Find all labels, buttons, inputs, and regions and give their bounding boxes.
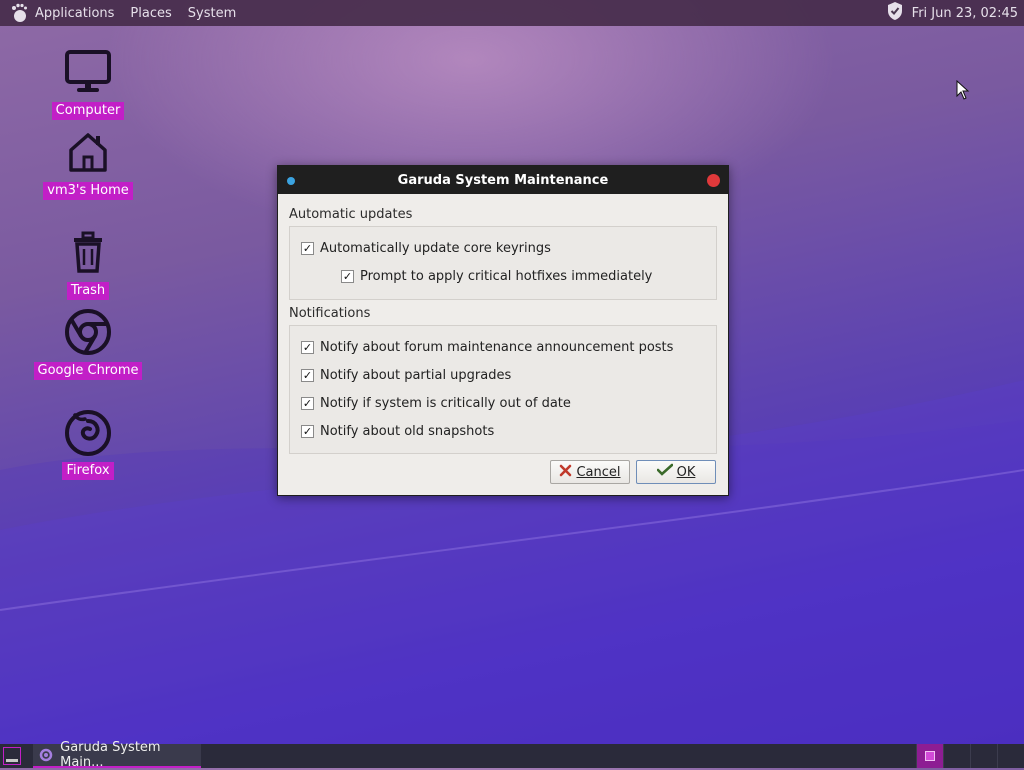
desktop-icon-home[interactable]: vm3's Home: [33, 124, 143, 200]
desktop-icon-label: Computer: [51, 102, 125, 120]
option-label: Notify about partial upgrades: [320, 368, 512, 383]
section-title-automatic-updates: Automatic updates: [289, 207, 413, 222]
taskbar-item-garuda[interactable]: Garuda System Main...: [33, 740, 201, 770]
workspace-4[interactable]: [997, 744, 1024, 768]
section-title-notifications: Notifications: [289, 306, 371, 321]
chrome-icon: [60, 304, 116, 360]
ok-label: OK: [676, 464, 696, 480]
cancel-icon: [559, 464, 572, 481]
trash-icon: [60, 224, 116, 280]
option-label: Notify if system is critically out of da…: [320, 396, 571, 411]
checkbox[interactable]: ✓: [301, 425, 314, 438]
desktop-icon-label: Google Chrome: [33, 362, 143, 380]
cancel-label: Cancel: [576, 464, 621, 480]
option-out-of-date[interactable]: ✓ Notify if system is critically out of …: [301, 396, 571, 411]
desktop-icon-computer[interactable]: Computer: [33, 44, 143, 120]
workspace-switcher: [916, 744, 1024, 768]
garuda-settings-icon: [37, 746, 54, 764]
gnome-foot-icon[interactable]: [8, 2, 30, 24]
ok-icon: [656, 463, 673, 481]
ok-button[interactable]: OK: [636, 460, 716, 484]
window-menu-icon[interactable]: [287, 177, 295, 185]
maintenance-dialog: Garuda System Maintenance Automatic upda…: [277, 165, 729, 496]
option-prompt-hotfixes[interactable]: ✓ Prompt to apply critical hotfixes imme…: [341, 269, 652, 284]
workspace-1[interactable]: [916, 744, 943, 768]
desktop-icon-trash[interactable]: Trash: [33, 224, 143, 300]
option-label: Prompt to apply critical hotfixes immedi…: [360, 269, 653, 284]
automatic-updates-group: ✓ Automatically update core keyrings ✓ P…: [289, 226, 717, 300]
desktop-icon-label: vm3's Home: [43, 182, 133, 200]
taskbar-item-label: Garuda System Main...: [60, 740, 161, 770]
option-forum-posts[interactable]: ✓ Notify about forum maintenance announc…: [301, 340, 673, 355]
cancel-button[interactable]: Cancel: [550, 460, 630, 484]
option-label: Notify about forum maintenance announcem…: [320, 340, 674, 355]
desktop-icon-chrome[interactable]: Google Chrome: [33, 304, 143, 380]
mouse-cursor-icon: [956, 80, 970, 100]
desktop-icon-label: Trash: [66, 282, 110, 300]
close-button[interactable]: [707, 174, 720, 187]
shield-icon[interactable]: [886, 1, 904, 25]
option-partial-upgrades[interactable]: ✓ Notify about partial upgrades: [301, 368, 511, 383]
desktop-icon-firefox[interactable]: Firefox: [33, 404, 143, 480]
workspace-2[interactable]: [943, 744, 970, 768]
computer-icon: [60, 44, 116, 100]
option-update-keyrings[interactable]: ✓ Automatically update core keyrings: [301, 241, 551, 256]
option-label: Automatically update core keyrings: [320, 241, 551, 256]
home-icon: [60, 124, 116, 180]
menu-places[interactable]: Places: [130, 6, 171, 21]
dialog-title: Garuda System Maintenance: [397, 172, 609, 188]
workspace-3[interactable]: [970, 744, 997, 768]
checkbox[interactable]: ✓: [301, 397, 314, 410]
desktop-icon-label: Firefox: [62, 462, 114, 480]
option-old-snapshots[interactable]: ✓ Notify about old snapshots: [301, 424, 494, 439]
option-label: Notify about old snapshots: [320, 424, 495, 439]
dialog-titlebar[interactable]: Garuda System Maintenance: [278, 166, 728, 194]
bottom-panel: Garuda System Main...: [0, 740, 1024, 770]
checkbox[interactable]: ✓: [341, 270, 354, 283]
firefox-icon: [60, 404, 116, 460]
checkbox[interactable]: ✓: [301, 341, 314, 354]
notifications-group: ✓ Notify about forum maintenance announc…: [289, 325, 717, 454]
top-panel: Applications Places System Fri Jun 23, 0…: [0, 0, 1024, 26]
clock[interactable]: Fri Jun 23, 02:45: [912, 6, 1018, 21]
checkbox[interactable]: ✓: [301, 242, 314, 255]
checkbox[interactable]: ✓: [301, 369, 314, 382]
show-desktop-button[interactable]: [3, 747, 21, 765]
menu-system[interactable]: System: [188, 6, 236, 21]
menu-applications[interactable]: Applications: [35, 6, 114, 21]
